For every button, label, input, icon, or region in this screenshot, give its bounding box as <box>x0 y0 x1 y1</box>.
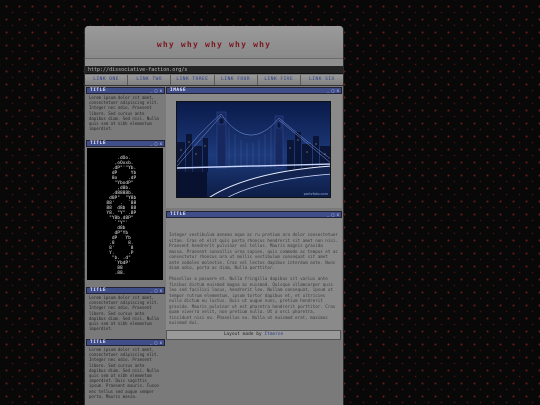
image-box-body: portzfoto.com <box>166 94 342 208</box>
nav-link-two[interactable]: LINK TWO <box>128 75 172 85</box>
sidebar-box3-title: TITLE <box>90 288 107 293</box>
header: why why why why why <box>85 26 343 67</box>
nav-link-six[interactable]: LINK SIX <box>300 75 343 85</box>
bridge-night-image: portzfoto.com <box>177 102 330 197</box>
window-controls-icon[interactable]: _ □ x <box>150 288 162 294</box>
window-controls-icon[interactable]: _ □ x <box>150 141 162 147</box>
sidebar-box4-titlebar: TITLE _ □ x <box>86 339 165 346</box>
sidebar-box2-titlebar: TITLE _ □ x <box>86 140 165 147</box>
footer-credit: Layout made by Itmeron <box>166 330 341 340</box>
header-stripe <box>85 58 343 66</box>
sidebar-box1-titlebar: TITLE _ □ x <box>86 87 165 94</box>
text-box-titlebar: TITLE _ □ x <box>166 211 342 218</box>
page-title: why why why why why <box>156 40 272 49</box>
ascii-figure-art: .dOo. ,oOxxb. .dP"'"Yb. dP Yb 8o .dP "Yb… <box>106 156 137 276</box>
nav-link-three[interactable]: LINK THREE <box>171 75 215 85</box>
photo-watermark: portzfoto.com <box>304 192 329 196</box>
credit-author-link[interactable]: Itmeron <box>264 332 283 337</box>
sidebar-box4-text: Lorem ipsum dolor sit amet, consectetuer… <box>89 347 159 399</box>
sidebar-box4-title: TITLE <box>90 340 107 345</box>
sidebar-box1-text: Lorem ipsum dolor sit amet, consectetuer… <box>89 95 159 132</box>
main-paragraph-1: Integer vestibulum aenean aque ac ru pre… <box>169 232 338 270</box>
window-controls-icon[interactable]: _ □ x <box>150 88 162 94</box>
sidebar-box3-titlebar: TITLE _ □ x <box>86 287 165 294</box>
sidebar-box1-title: TITLE <box>90 88 107 93</box>
nav-bar: LINK ONE LINK TWO LINK THREE LINK FOUR L… <box>85 75 343 86</box>
url-bar: http://dissociative-faction.org/s <box>85 66 343 74</box>
city-bridge-photo: portzfoto.com <box>176 101 331 198</box>
main-paragraph-2: Phasellus a posuere et. Nulla fringilla … <box>169 276 336 325</box>
ascii-art-image: .dOo. ,oOxxb. .dP"'"Yb. dP Yb 8o .dP "Yb… <box>87 148 163 280</box>
nav-link-four[interactable]: LINK FOUR <box>214 75 258 85</box>
image-box-titlebar: IMAGE _ □ x <box>166 87 342 94</box>
sidebar-box3-text: Lorem ipsum dolor sit amet, consectetuer… <box>89 295 159 332</box>
layout-container: why why why why why http://dissociative-… <box>84 26 344 405</box>
credit-prefix: Layout made by <box>223 332 262 337</box>
nav-link-one[interactable]: LINK ONE <box>85 75 129 85</box>
window-controls-icon[interactable]: _ □ x <box>150 340 162 346</box>
sidebar-box2-title: TITLE <box>90 141 107 146</box>
nav-link-five[interactable]: LINK FIVE <box>257 75 301 85</box>
